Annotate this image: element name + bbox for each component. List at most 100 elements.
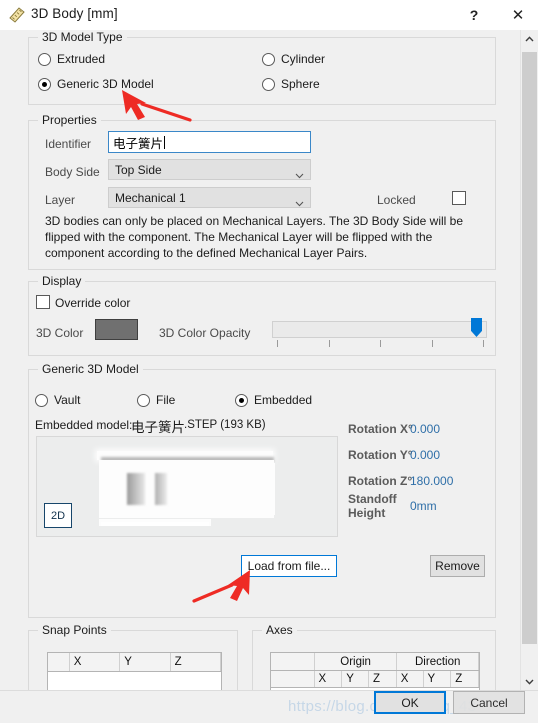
mechanical-layer-hint: 3D bodies can only be placed on Mechanic…: [45, 214, 464, 260]
preview-model-body: [101, 522, 209, 526]
axes-sub-index[interactable]: [271, 671, 315, 687]
scrollbar-thumb[interactable]: [522, 52, 537, 644]
radio-dot: [137, 393, 150, 407]
embedded-model-label: Embedded model:: [35, 418, 133, 432]
table-header-row: X Y Z: [48, 653, 221, 672]
axes-sub-origin-z[interactable]: Z: [369, 671, 397, 687]
axes-col-origin[interactable]: Origin: [315, 653, 398, 670]
opacity-slider-ticks: [272, 340, 487, 347]
standoff-height-value[interactable]: 0mm: [410, 499, 437, 513]
identifier-value: 电子簧片: [113, 136, 164, 151]
snap-col-z[interactable]: Z: [171, 653, 221, 671]
embedded-model-name: 电子簧片: [131, 420, 185, 435]
radio-extruded[interactable]: Extruded: [38, 52, 105, 66]
preview-model-detail: [155, 473, 167, 505]
title-bar: 3D Body [mm] ? ✕: [0, 0, 538, 30]
radio-file[interactable]: File: [137, 393, 175, 407]
override-color-label: Override color: [55, 296, 131, 310]
snap-points-group-label: Snap Points: [38, 623, 111, 637]
axes-group-label: Axes: [262, 623, 297, 637]
identifier-label: Identifier: [45, 137, 92, 151]
model-type-group: 3D Model Type: [28, 30, 496, 105]
layer-label: Layer: [45, 193, 76, 207]
3d-color-swatch[interactable]: [95, 319, 138, 340]
ruler-3d-body-icon: [8, 6, 26, 24]
radio-vault[interactable]: Vault: [35, 393, 80, 407]
dialog-body: 3D Model Type Extruded Cylinder Generic …: [0, 30, 538, 694]
rotation-y-value[interactable]: 0.000: [410, 448, 440, 462]
model-preview[interactable]: 2D: [36, 436, 338, 537]
axes-sub-origin-x[interactable]: X: [315, 671, 343, 687]
rotation-z-label: Rotation Z°: [348, 474, 413, 488]
radio-dot: [38, 52, 51, 66]
override-color-checkbox[interactable]: [36, 295, 50, 309]
layer-select[interactable]: Mechanical 1: [108, 187, 311, 208]
radio-cylinder[interactable]: Cylinder: [262, 52, 325, 66]
identifier-input[interactable]: 电子簧片: [108, 131, 311, 153]
properties-group-label: Properties: [38, 113, 101, 127]
snap-col-index[interactable]: [48, 653, 70, 671]
radio-label: Embedded: [254, 393, 313, 407]
radio-sphere[interactable]: Sphere: [262, 77, 320, 91]
snap-col-x[interactable]: X: [70, 653, 121, 671]
scroll-down-icon[interactable]: [521, 673, 538, 690]
3d-color-opacity-label: 3D Color Opacity: [159, 326, 251, 340]
vertical-scrollbar[interactable]: [520, 30, 538, 690]
help-button[interactable]: ?: [455, 0, 493, 30]
radio-label: Extruded: [57, 52, 106, 66]
axes-header-top-row: Origin Direction: [271, 653, 479, 671]
radio-label: Sphere: [281, 77, 320, 91]
3d-color-label: 3D Color: [36, 326, 84, 340]
chevron-down-icon: [295, 196, 304, 206]
display-group-label: Display: [38, 274, 86, 288]
page-title: 3D Body [mm]: [31, 6, 118, 21]
snap-points-table[interactable]: X Y Z: [47, 652, 222, 694]
rotation-x-value[interactable]: 0.000: [410, 422, 440, 436]
radio-dot: [35, 393, 48, 407]
toggle-2d-button[interactable]: 2D: [44, 503, 72, 528]
chevron-down-icon: [295, 168, 304, 178]
radio-label: Cylinder: [281, 52, 326, 66]
snap-col-y[interactable]: Y: [120, 653, 171, 671]
body-side-label: Body Side: [45, 165, 100, 179]
axes-header-sub-row: X Y Z X Y Z: [271, 671, 479, 688]
axes-sub-direction-z[interactable]: Z: [451, 671, 479, 687]
locked-checkbox[interactable]: [452, 191, 466, 205]
radio-dot: [38, 77, 51, 91]
3d-body-dialog: 3D Body [mm] ? ✕ 3D Model Type Extruded …: [0, 0, 538, 723]
radio-generic-3d-model[interactable]: Generic 3D Model: [38, 77, 154, 91]
radio-dot: [262, 77, 275, 91]
model-type-group-label: 3D Model Type: [38, 30, 127, 44]
layer-value: Mechanical 1: [115, 190, 186, 205]
close-button[interactable]: ✕: [499, 0, 537, 30]
radio-embedded[interactable]: Embedded: [235, 393, 312, 407]
radio-label: Generic 3D Model: [57, 77, 154, 91]
locked-label: Locked: [377, 193, 416, 207]
axes-table[interactable]: Origin Direction X Y Z X Y Z: [270, 652, 480, 694]
radio-label: File: [156, 393, 176, 407]
scroll-up-icon[interactable]: [521, 30, 538, 47]
axes-sub-origin-y[interactable]: Y: [342, 671, 370, 687]
rotation-x-label: Rotation X°: [348, 422, 413, 436]
rotation-z-value[interactable]: 180.000: [410, 474, 453, 488]
axes-sub-direction-x[interactable]: X: [397, 671, 424, 687]
preview-model-detail: [127, 473, 145, 505]
opacity-slider-track[interactable]: [272, 321, 487, 338]
preview-model-body: [99, 460, 274, 518]
body-side-select[interactable]: Top Side: [108, 159, 311, 180]
radio-label: Vault: [54, 393, 81, 407]
rotation-y-label: Rotation Y°: [348, 448, 413, 462]
axes-col-direction[interactable]: Direction: [397, 653, 479, 670]
radio-dot: [235, 393, 248, 407]
axes-sub-direction-y[interactable]: Y: [424, 671, 452, 687]
remove-button[interactable]: Remove: [430, 555, 485, 577]
preview-model-body: [265, 463, 275, 515]
standoff-height-label-line2: Height: [348, 506, 386, 520]
axes-col-index[interactable]: [271, 653, 315, 670]
load-from-file-button[interactable]: Load from file...: [241, 555, 337, 577]
radio-dot: [262, 52, 275, 66]
embedded-model-ext: .STEP (193 KB): [184, 419, 266, 431]
ok-button[interactable]: OK: [374, 691, 446, 714]
cancel-button[interactable]: Cancel: [453, 691, 525, 714]
generic-3d-model-group-label: Generic 3D Model: [38, 362, 143, 376]
